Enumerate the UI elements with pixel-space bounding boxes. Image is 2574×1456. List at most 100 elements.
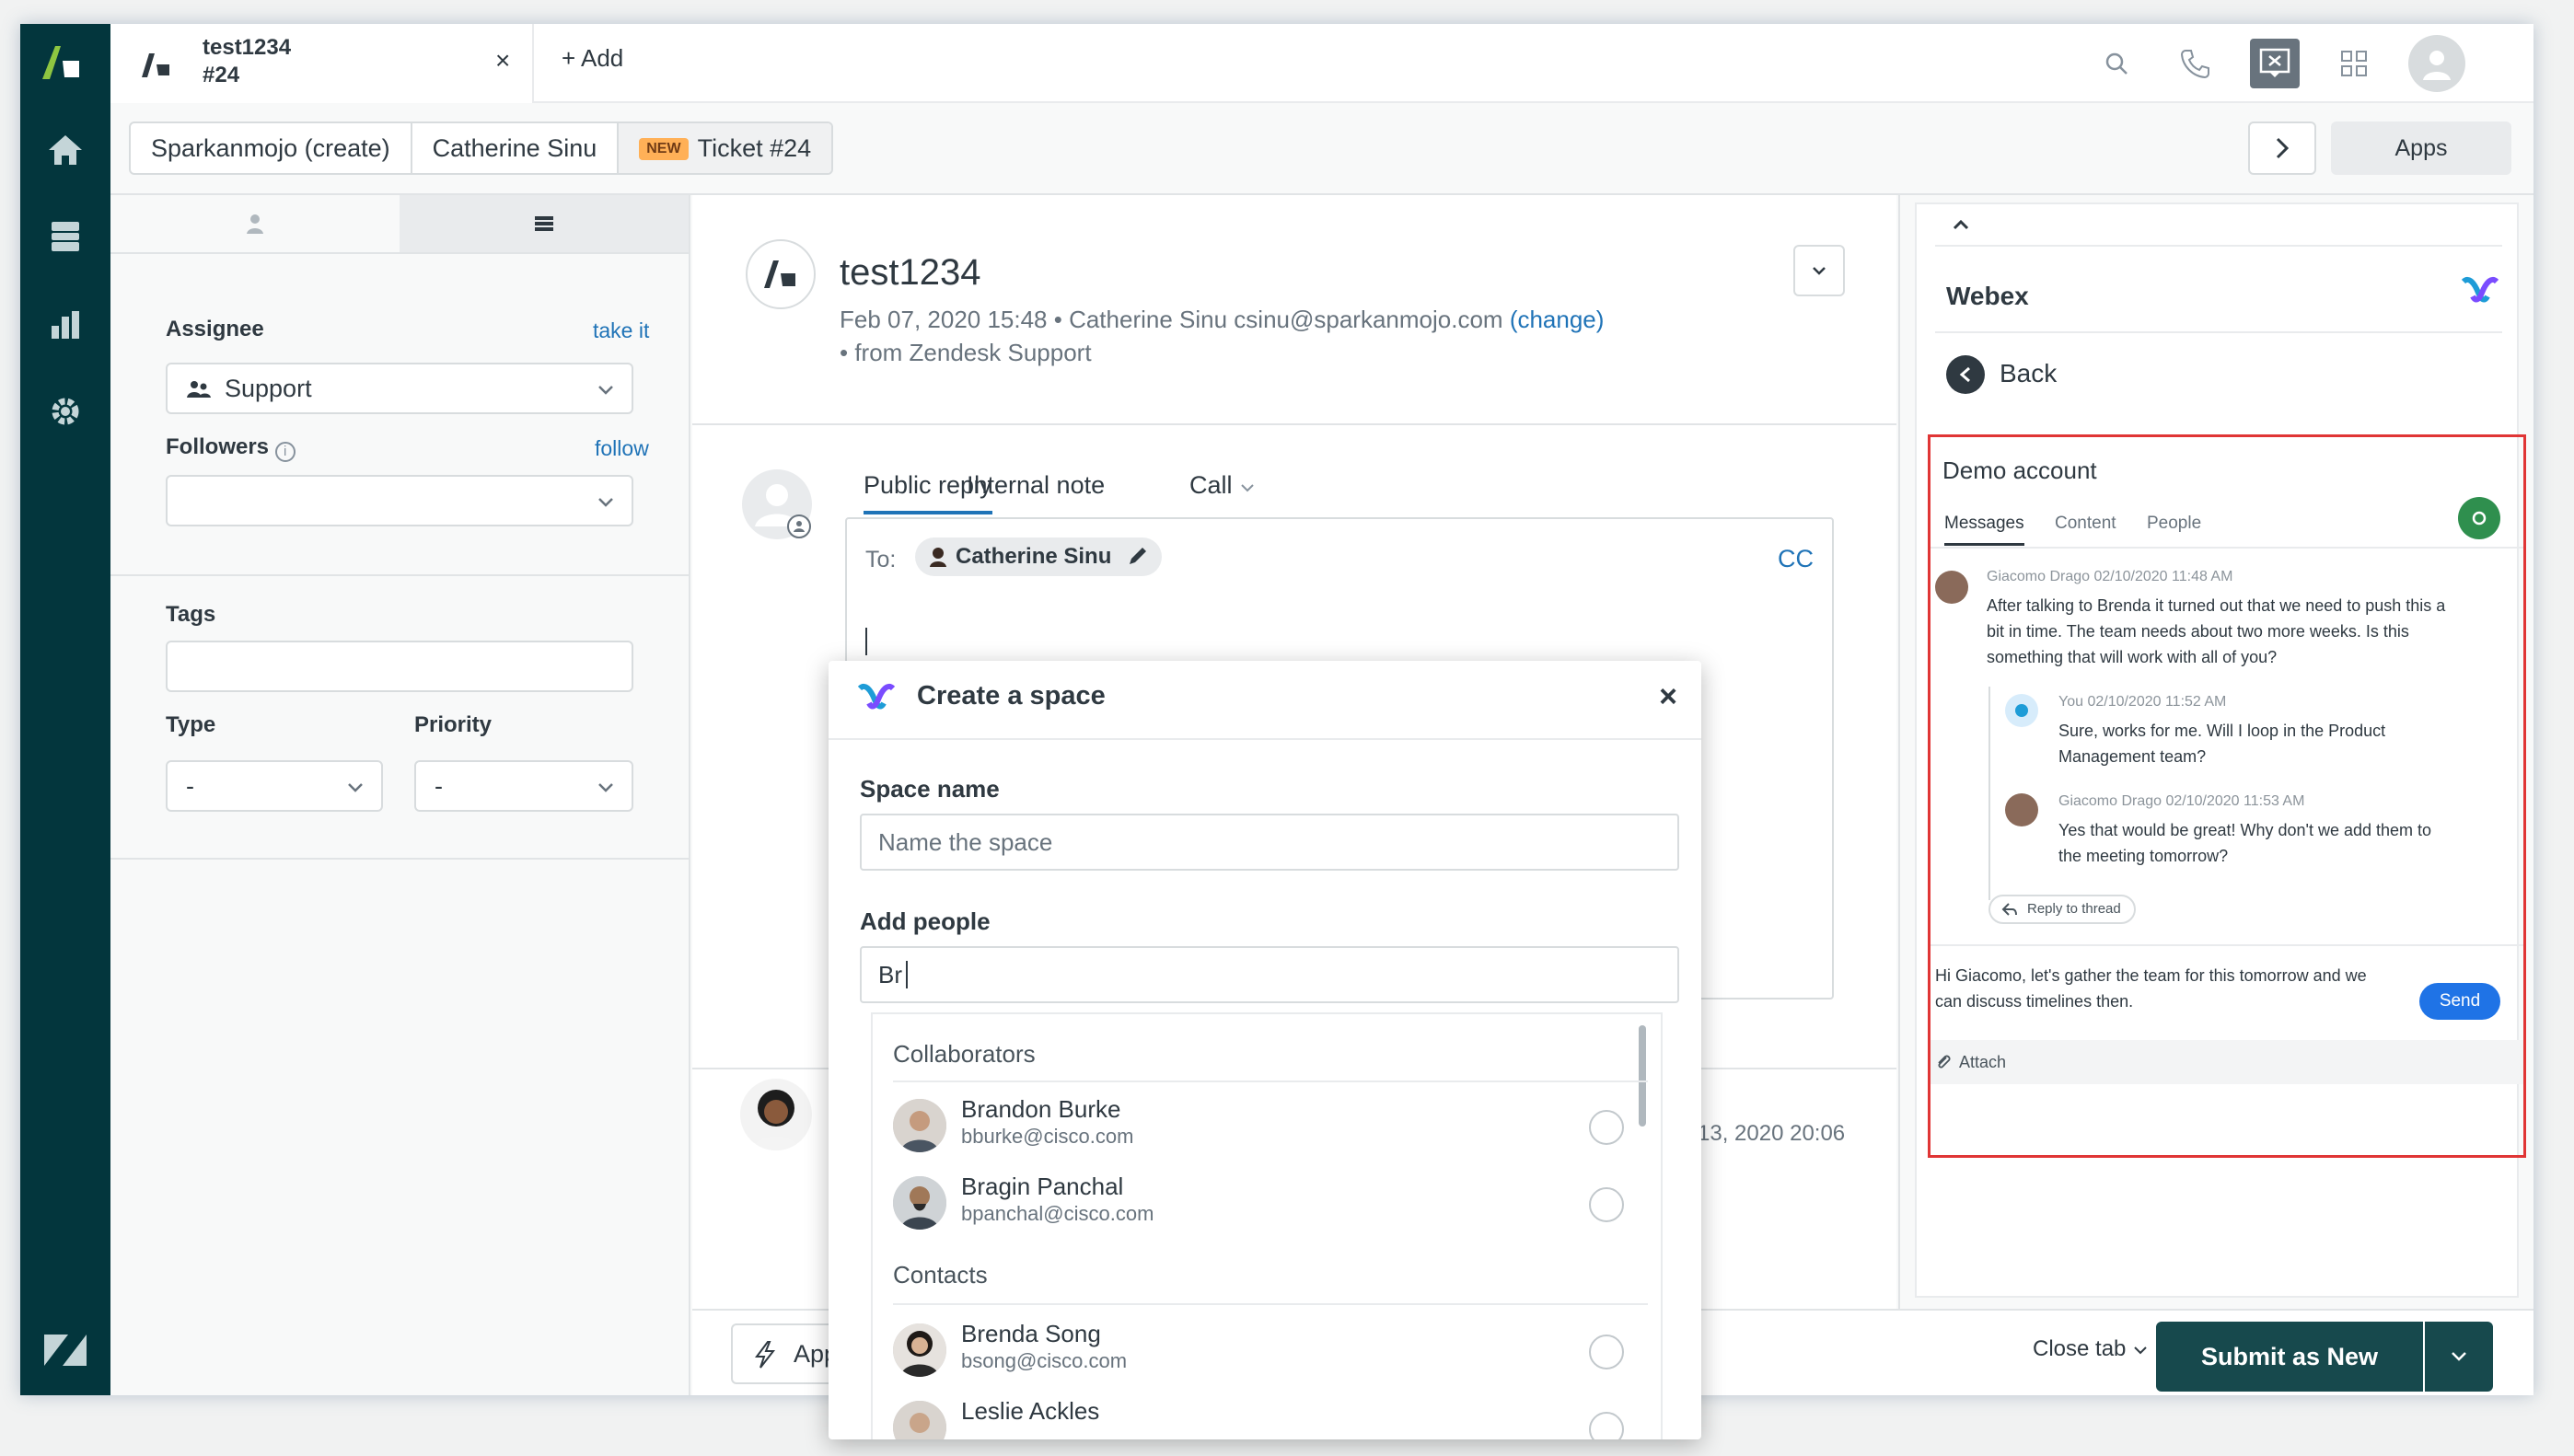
top-bar: test1234 #24 × + Add	[110, 24, 2533, 103]
create-space-modal: Create a space × Space name Name the spa…	[829, 661, 1701, 1439]
comment-timestamp: 13, 2020 20:06	[1698, 1121, 1846, 1146]
chevron-down-icon	[1813, 267, 1826, 275]
group-icon	[187, 381, 211, 398]
recipient-name: Catherine Sinu	[956, 544, 1112, 569]
divider	[110, 574, 690, 576]
person-email: bpanchal@cisco.com	[961, 1202, 1154, 1225]
home-icon[interactable]	[42, 127, 88, 173]
chevron-down-icon	[2452, 1352, 2466, 1361]
left-nav	[20, 24, 110, 1395]
ticket-tab[interactable]: test1234 #24 ×	[110, 24, 534, 103]
add-people-label: Add people	[860, 907, 991, 935]
take-it-link[interactable]: take it	[593, 318, 649, 343]
list-item[interactable]: Brandon Burke bburke@cisco.com	[893, 1090, 1648, 1163]
views-icon[interactable]	[42, 214, 88, 260]
tab-user[interactable]	[110, 195, 400, 252]
chevron-down-icon	[598, 386, 613, 395]
webex-logo-icon	[857, 683, 896, 710]
divider	[110, 858, 690, 860]
type-value: -	[186, 772, 194, 800]
breadcrumb: Sparkanmojo (create) Catherine Sinu NEW T…	[110, 103, 2533, 195]
product-tray-icon[interactable]	[2329, 39, 2379, 88]
cc-link[interactable]: CC	[1778, 545, 1814, 573]
avatar	[893, 1176, 946, 1230]
list-item[interactable]: Leslie Ackles	[893, 1392, 1648, 1439]
zendesk-z-icon[interactable]	[41, 1325, 90, 1375]
pencil-icon[interactable]	[1127, 545, 1149, 567]
change-requester-link[interactable]: (change)	[1510, 306, 1605, 333]
space-name-input[interactable]: Name the space	[860, 814, 1679, 871]
close-icon[interactable]: ×	[1659, 679, 1677, 715]
ticket-tab-icon	[142, 53, 169, 77]
requester-photo-icon	[753, 1090, 799, 1150]
tab-internal-note[interactable]: Internal note	[967, 471, 1105, 500]
back-button[interactable]	[1946, 355, 1985, 394]
priority-label: Priority	[414, 712, 493, 737]
add-people-input[interactable]: Br	[860, 946, 1679, 1003]
chevron-down-icon	[348, 783, 363, 792]
type-select[interactable]: -	[166, 760, 383, 812]
admin-gear-icon[interactable]	[42, 388, 88, 434]
assignee-select[interactable]: Support	[166, 363, 633, 414]
chevron-left-icon	[1959, 366, 1970, 383]
webex-title: Webex	[1946, 282, 2029, 310]
tab-ticket[interactable]	[400, 195, 689, 252]
add-tab-button[interactable]: + Add	[562, 44, 623, 73]
select-radio[interactable]	[1589, 1335, 1624, 1369]
ticket-options-button[interactable]	[1793, 245, 1845, 296]
zendesk-logo-icon[interactable]	[39, 40, 92, 87]
priority-select[interactable]: -	[414, 760, 633, 812]
select-radio[interactable]	[1589, 1412, 1624, 1439]
followers-label: Followers i	[166, 434, 296, 462]
priority-value: -	[435, 772, 443, 800]
tab-call[interactable]: Call	[1189, 471, 1256, 500]
breadcrumb-ticket-label: Ticket #24	[697, 134, 812, 162]
ticket-list-icon	[535, 216, 553, 231]
properties-tabs	[110, 195, 689, 254]
submit-button[interactable]: Submit as New	[2156, 1322, 2423, 1392]
recipient-chip[interactable]: Catherine Sinu	[915, 537, 1163, 576]
divider	[893, 1080, 1648, 1082]
divider	[1935, 245, 2502, 247]
submit-options-button[interactable]	[2425, 1322, 2493, 1392]
select-radio[interactable]	[1589, 1187, 1624, 1222]
requester-avatar-icon	[930, 548, 946, 567]
chevron-down-icon	[598, 498, 613, 507]
list-item[interactable]: Brenda Song bsong@cisco.com	[893, 1314, 1648, 1388]
follow-link[interactable]: follow	[595, 436, 649, 461]
contacts-header: Contacts	[893, 1261, 988, 1288]
chevron-down-icon	[1241, 484, 1254, 492]
breadcrumb-requester[interactable]: Catherine Sinu	[412, 123, 620, 173]
close-tab-button[interactable]: Close tab	[2033, 1336, 2149, 1362]
user-avatar-icon[interactable]	[2408, 35, 2465, 92]
person-name: Brandon Burke	[961, 1095, 1121, 1123]
tags-label: Tags	[166, 602, 216, 627]
next-ticket-button[interactable]	[2248, 121, 2316, 175]
chat-icon[interactable]	[2250, 39, 2300, 88]
apps-button[interactable]: Apps	[2331, 121, 2511, 175]
phone-icon[interactable]	[2171, 39, 2220, 88]
tab-title: test1234	[203, 35, 292, 60]
tab-close-button[interactable]: ×	[495, 46, 510, 75]
person-name: Bragin Panchal	[961, 1173, 1124, 1200]
agent-avatar	[742, 469, 812, 539]
divider	[1935, 331, 2502, 333]
breadcrumb-ticket[interactable]: NEW Ticket #24	[619, 123, 832, 173]
zendesk-support-icon	[764, 260, 795, 288]
back-label[interactable]: Back	[2000, 359, 2057, 388]
chevron-down-icon	[2134, 1346, 2147, 1355]
info-icon: i	[274, 442, 296, 462]
avatar	[893, 1323, 946, 1377]
list-item[interactable]: Bragin Panchal bpanchal@cisco.com	[893, 1167, 1648, 1241]
reporting-icon[interactable]	[42, 302, 88, 348]
webex-logo-icon	[2461, 276, 2499, 303]
tags-input[interactable]	[166, 641, 633, 692]
divider	[893, 1303, 1648, 1305]
followers-select[interactable]	[166, 475, 633, 526]
breadcrumb-organization[interactable]: Sparkanmojo (create)	[131, 123, 412, 173]
chevron-up-icon[interactable]	[1950, 214, 1972, 236]
type-label: Type	[166, 712, 216, 737]
divider	[692, 423, 1896, 425]
search-icon[interactable]	[2092, 39, 2141, 88]
select-radio[interactable]	[1589, 1110, 1624, 1145]
